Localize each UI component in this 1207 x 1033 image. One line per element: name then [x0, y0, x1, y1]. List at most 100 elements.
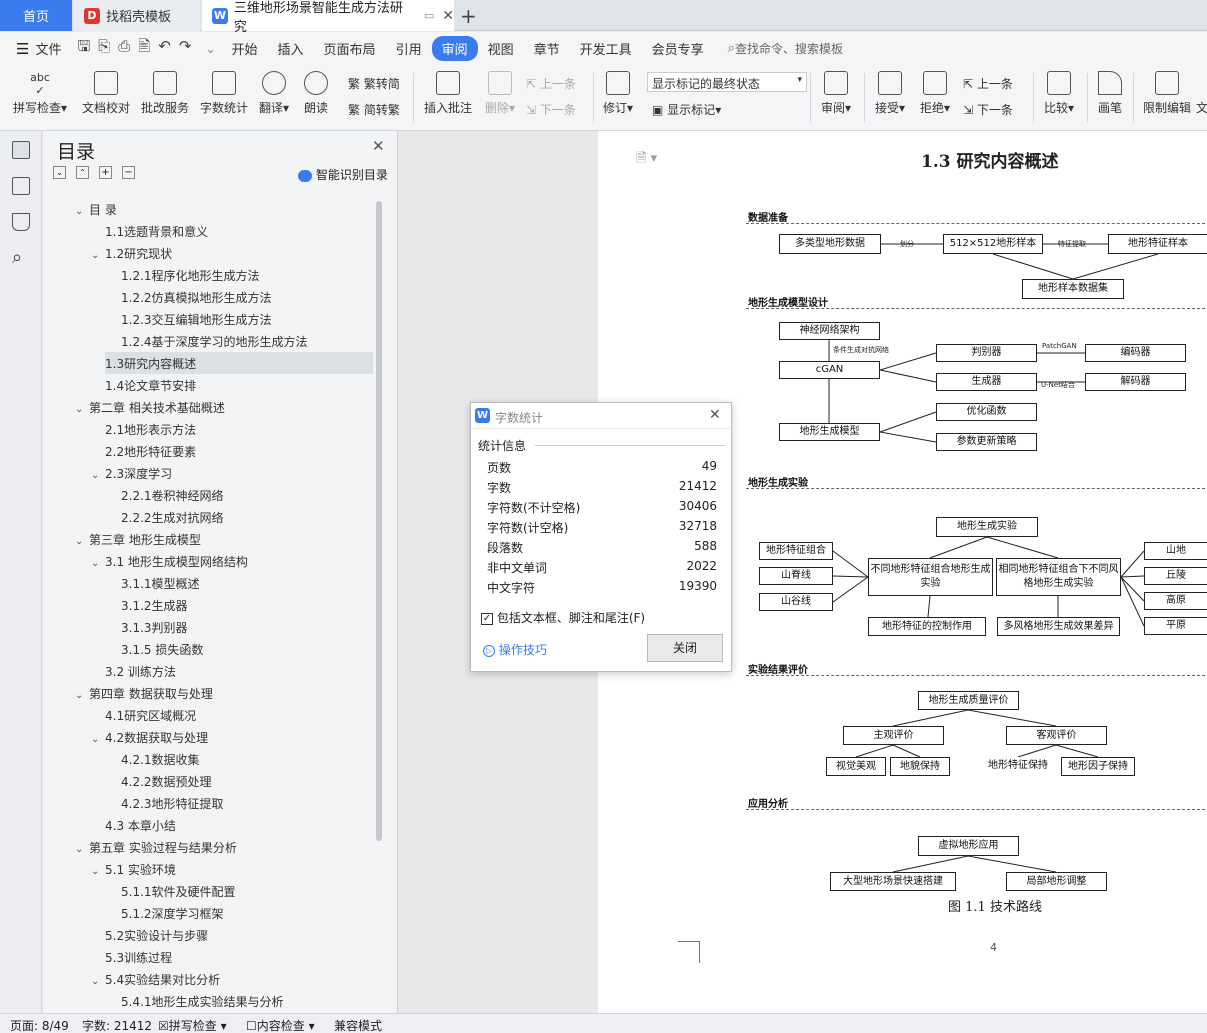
toc-item[interactable]: 3.1.3判别器 [107, 619, 188, 636]
hamburger-icon[interactable]: ☰ [16, 40, 29, 58]
compare-button[interactable]: 比较▾ [1040, 71, 1078, 116]
search-input[interactable]: 查找命令、搜索模板 [735, 40, 843, 57]
page-indicator[interactable]: 页面: 8/49 [10, 1017, 69, 1033]
toc-item[interactable]: 1.2.2仿真模拟地形生成方法 [107, 289, 272, 306]
chevron-down-icon[interactable]: ⌄ [75, 404, 89, 415]
toc-item[interactable]: 5.3训练过程 [91, 949, 172, 966]
toc-item[interactable]: 5.1.2深度学习框架 [107, 905, 224, 922]
toc-item[interactable]: ⌄ 第四章 数据获取与处理 [75, 685, 213, 702]
toc-item[interactable]: 3.1.1模型概述 [107, 575, 200, 592]
toc-item[interactable]: 4.3 本章小结 [91, 817, 176, 834]
chevron-down-icon[interactable]: ⌄ [91, 976, 105, 987]
track-changes-button[interactable]: 修订▾ [600, 71, 636, 116]
chevron-down-icon[interactable]: ⌄ [91, 866, 105, 877]
read-aloud-button[interactable]: 朗读 [300, 71, 332, 116]
toc-item[interactable]: ⌄ 4.2数据获取与处理 [91, 729, 208, 746]
content-check-status[interactable]: ☐内容检查 ▾ [246, 1017, 315, 1033]
toc-item[interactable]: ⌄ 第二章 相关技术基础概述 [75, 399, 225, 416]
toc-item[interactable]: 1.3研究内容概述 [91, 355, 196, 372]
monitor-icon[interactable]: ▭ [424, 9, 434, 22]
quick-access-icons[interactable]: 🖫⎘⎙🖹↶↷ [77, 36, 199, 61]
tips-link[interactable]: ▷ 操作技巧 [483, 641, 547, 658]
new-tab-icon[interactable]: + [460, 4, 477, 28]
close-tab-icon[interactable]: ✕ [442, 8, 454, 24]
chevron-down-icon[interactable]: ⌄ [75, 690, 89, 701]
chevron-down-icon[interactable]: ⌄ [75, 206, 89, 217]
menu-item[interactable]: 页面布局 [314, 36, 386, 61]
toc-item[interactable]: 4.2.3地形特征提取 [107, 795, 224, 812]
review-pane-button[interactable]: 审阅▾ [816, 71, 856, 116]
menu-item[interactable]: 章节 [524, 36, 570, 61]
word-count-button[interactable]: 字数统计 [199, 71, 249, 116]
spell-check-status[interactable]: ☒拼写检查 ▾ [158, 1017, 227, 1033]
toc-item[interactable]: 2.1地形表示方法 [91, 421, 196, 438]
chevron-down-icon[interactable]: ⌄ [91, 558, 105, 569]
toc-item[interactable]: 2.2地形特征要素 [91, 443, 196, 460]
chevron-down-icon[interactable]: ⌄ [75, 844, 89, 855]
dialog-close-icon[interactable]: ✕ [709, 407, 721, 423]
menu-item[interactable]: 引用 [386, 36, 432, 61]
markup-state-select[interactable]: 显示标记的最终状态 ▾ [647, 72, 807, 92]
toc-item[interactable]: ⌄ 1.2研究现状 [91, 245, 172, 262]
next-comment-button[interactable]: ⇲ 下一条 [526, 101, 576, 118]
toc-item[interactable]: 1.2.1程序化地形生成方法 [107, 267, 260, 284]
delete-comment-button[interactable]: 删除▾ [482, 71, 518, 116]
include-textbox-checkbox[interactable]: ✓ 包括文本框、脚注和尾注(F) [481, 609, 645, 626]
toc-panel-icon[interactable] [12, 141, 30, 159]
chevron-down-icon[interactable]: ⌄ [75, 536, 89, 547]
toc-item[interactable]: ⌄ 第五章 实验过程与结果分析 [75, 839, 237, 856]
toc-item[interactable]: 3.1.5 损失函数 [107, 641, 203, 658]
nav-panel-icon[interactable] [12, 177, 30, 195]
toc-item[interactable]: 3.2 训练方法 [91, 663, 176, 680]
insert-comment-button[interactable]: 插入批注 [422, 71, 474, 116]
trad-to-simp-button[interactable]: 繁 繁转简 [348, 75, 400, 92]
toc-item[interactable]: 1.2.3交互编辑地形生成方法 [107, 311, 272, 328]
bookmark-icon[interactable] [12, 213, 30, 231]
toc-item[interactable]: 4.1研究区域概况 [91, 707, 196, 724]
toc-item[interactable]: 1.4论文章节安排 [91, 377, 196, 394]
toc-item[interactable]: ⌄ 目 录 [75, 201, 117, 218]
menu-item[interactable]: 开发工具 [570, 36, 642, 61]
chevron-down-icon[interactable]: ⌄ [91, 470, 105, 481]
next-change-button[interactable]: ⇲ 下一条 [963, 101, 1013, 118]
toc-item[interactable]: ⌄ 第三章 地形生成模型 [75, 531, 201, 548]
chevron-down-icon[interactable]: ⌄ [91, 734, 105, 745]
search-panel-icon[interactable]: ⌕ [12, 247, 22, 268]
doc-button[interactable]: 文 [1196, 71, 1207, 116]
toc-item[interactable]: ⌄ 3.1 地形生成模型网络结构 [91, 553, 248, 570]
spell-check-button[interactable]: abc ✓ 拼写检查▾ [10, 71, 70, 116]
toc-item[interactable]: 3.1.2生成器 [107, 597, 188, 614]
menu-item[interactable]: 插入 [268, 36, 314, 61]
accept-button[interactable]: 接受▾ [870, 71, 910, 116]
toc-item[interactable]: ⌄ 5.1 实验环境 [91, 861, 176, 878]
toc-item[interactable]: ⌄ 2.3深度学习 [91, 465, 172, 482]
smart-toc-button[interactable]: 智能识别目录 [298, 166, 388, 183]
toc-item[interactable]: 4.2.2数据预处理 [107, 773, 212, 790]
expand-icon[interactable]: ⌄ [53, 166, 66, 179]
toc-item[interactable]: 5.4.1地形生成实验结果与分析 [107, 993, 284, 1010]
restrict-edit-button[interactable]: 限制编辑 [1140, 71, 1194, 116]
toc-item[interactable]: 5.2实验设计与步骤 [91, 927, 208, 944]
tab-template[interactable]: D 找稻壳模板 [74, 0, 200, 31]
chevron-down-icon[interactable]: ⌄ [91, 250, 105, 261]
add-level-icon[interactable]: + [99, 166, 112, 179]
batch-service-button[interactable]: 批改服务 [140, 71, 190, 116]
doc-check-button[interactable]: 文档校对 [80, 71, 132, 116]
remove-level-icon[interactable]: − [122, 166, 135, 179]
word-count-indicator[interactable]: 字数: 21412 [82, 1017, 152, 1033]
toc-item[interactable]: 1.2.4基于深度学习的地形生成方法 [107, 333, 308, 350]
simp-to-trad-button[interactable]: 繁 简转繁 [348, 101, 400, 118]
toc-item[interactable]: 5.1.1软件及硬件配置 [107, 883, 236, 900]
menu-item[interactable]: 会员专享 [642, 36, 714, 61]
prev-comment-button[interactable]: ⇱ 上一条 [526, 75, 576, 92]
toc-item[interactable]: 2.2.2生成对抗网络 [107, 509, 224, 526]
toc-item[interactable]: ⌄ 5.4实验结果对比分析 [91, 971, 220, 988]
menu-item[interactable]: 开始 [222, 36, 268, 61]
collapse-icon[interactable]: ⌃ [76, 166, 89, 179]
menu-file[interactable]: 文件 [29, 36, 71, 61]
prev-change-button[interactable]: ⇱ 上一条 [963, 75, 1013, 92]
reject-button[interactable]: 拒绝▾ [915, 71, 955, 116]
close-icon[interactable]: ✕ [372, 137, 385, 155]
tab-document[interactable]: W 三维地形场景智能生成方法研究 ▭ ✕ [202, 0, 454, 35]
toc-item[interactable]: 2.2.1卷积神经网络 [107, 487, 224, 504]
